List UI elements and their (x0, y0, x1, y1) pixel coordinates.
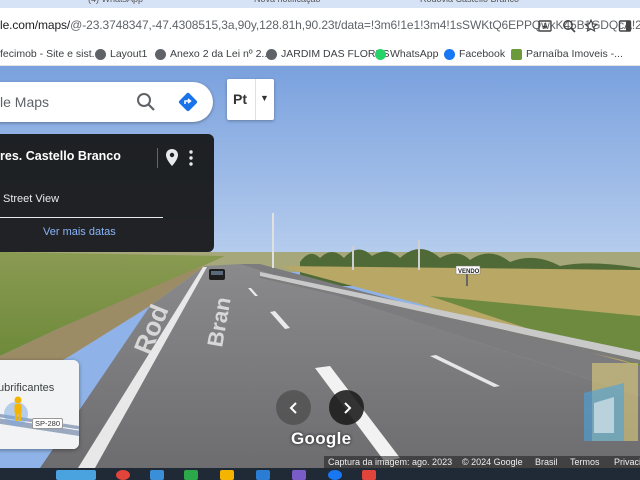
house-icon (511, 48, 522, 60)
more-dates-link[interactable]: Ver mais datas (43, 226, 116, 238)
attribution-bar: Captura da imagem: ago. 2023 © 2024 Goog… (324, 456, 640, 468)
road-shield: SP-280 (32, 418, 64, 429)
bookmark-whatsapp[interactable]: WhatsApp (375, 48, 438, 60)
divider (255, 79, 256, 120)
app-icon[interactable] (184, 470, 198, 480)
edge-icon[interactable] (150, 470, 164, 480)
address-bar[interactable]: le.com/maps/@-23.3748347,-47.4308515,3a,… (0, 8, 640, 44)
bookmark-jardim[interactable]: JARDIM DAS FLORES (266, 48, 390, 60)
bookmark-facebook[interactable]: Facebook (444, 48, 505, 60)
terms-link[interactable]: Termos (570, 457, 600, 467)
bookmark-label: JARDIM DAS FLORES (281, 48, 390, 60)
caret-down-icon[interactable]: ▼ (260, 93, 269, 103)
more-options-icon[interactable] (188, 149, 194, 167)
chrome-icon[interactable] (116, 470, 130, 480)
previous-arrow-button[interactable] (276, 390, 311, 425)
bookmark-fecimob[interactable]: fecimob - Site e sist... (0, 48, 100, 60)
app-icon[interactable] (362, 470, 376, 480)
search-icon[interactable] (135, 91, 157, 113)
globe-icon (95, 48, 106, 60)
sidebar-icon[interactable] (616, 17, 634, 35)
privacy-link[interactable]: Privacidade (614, 457, 640, 467)
directions-icon[interactable] (177, 91, 199, 113)
location-pin-icon[interactable] (164, 148, 180, 168)
bookmark-label: Anexo 2 da Lei nº 2... (170, 48, 271, 60)
divider (0, 217, 163, 218)
minimap-place-label: ubrificantes (0, 382, 55, 394)
search-text: le Maps (0, 94, 50, 110)
bookmark-parnaiba[interactable]: Parnaíba Imoveis -... (511, 48, 623, 60)
tab-notification[interactable]: Nova notificação (254, 0, 321, 8)
taskbar-search-icon[interactable] (56, 470, 96, 480)
bookmark-label: Parnaíba Imoveis -... (526, 48, 623, 60)
tab-strip: (4) WhatsApp Nova notificação Rodovia Ca… (0, 0, 640, 8)
globe-icon (155, 48, 166, 60)
bookmark-label: Facebook (459, 48, 506, 60)
url-host: le.com/maps/ (0, 18, 71, 32)
zoom-icon[interactable] (560, 17, 578, 35)
globe-icon (266, 48, 277, 60)
maps-search-box[interactable]: le Maps (0, 82, 213, 122)
url-path: @-23.3748347,-47.4308515,3a,90y,128.81h,… (70, 18, 640, 32)
copyright: © 2024 Google (462, 457, 523, 467)
google-logo: Google (291, 429, 352, 448)
street-view-panorama[interactable]: VENDO Rod Bran (0, 66, 640, 468)
street-view-label: Street View (3, 193, 60, 205)
facebook-icon[interactable] (328, 470, 342, 480)
word-icon[interactable] (256, 470, 270, 480)
star-icon[interactable] (582, 17, 600, 35)
chevron-left-icon (289, 401, 297, 414)
chevron-right-icon (343, 401, 351, 414)
vendo-sign-text: VENDO (458, 269, 480, 275)
facebook-icon (444, 48, 455, 60)
tab-maps[interactable]: Rodovia Castello Branco (420, 0, 519, 8)
bookmark-label: fecimob - Site e sist... (0, 48, 101, 60)
bookmark-layout1[interactable]: Layout1 (95, 48, 147, 60)
minimap[interactable]: ubrificantes SP-280 (0, 360, 79, 449)
location-card: res. Castello Branco Street View Ver mai… (0, 134, 214, 252)
next-arrow-button[interactable] (329, 390, 364, 425)
country-link[interactable]: Brasil (535, 457, 558, 467)
bookmark-label: WhatsApp (390, 48, 439, 60)
language-label: Pt (233, 91, 247, 107)
tab-whatsapp[interactable]: (4) WhatsApp (88, 0, 143, 8)
install-icon[interactable] (536, 17, 554, 35)
realestate-watermark-logo (584, 363, 638, 441)
location-title: res. Castello Branco (0, 149, 121, 163)
capture-date: Captura da imagem: ago. 2023 (328, 457, 453, 467)
street-view-image: VENDO Rod Bran (0, 66, 640, 468)
whatsapp-icon (375, 48, 386, 60)
language-button[interactable]: Pt ▼ (227, 79, 274, 120)
folder-icon[interactable] (220, 470, 234, 480)
bookmark-label: Layout1 (110, 48, 148, 60)
os-taskbar (0, 468, 640, 480)
divider (157, 148, 158, 168)
bookmarks-bar: fecimob - Site e sist... Layout1 Anexo 2… (0, 44, 640, 66)
bookmark-anexo[interactable]: Anexo 2 da Lei nº 2... (155, 48, 270, 60)
app-icon[interactable] (292, 470, 306, 480)
pegman-icon[interactable] (12, 396, 24, 422)
